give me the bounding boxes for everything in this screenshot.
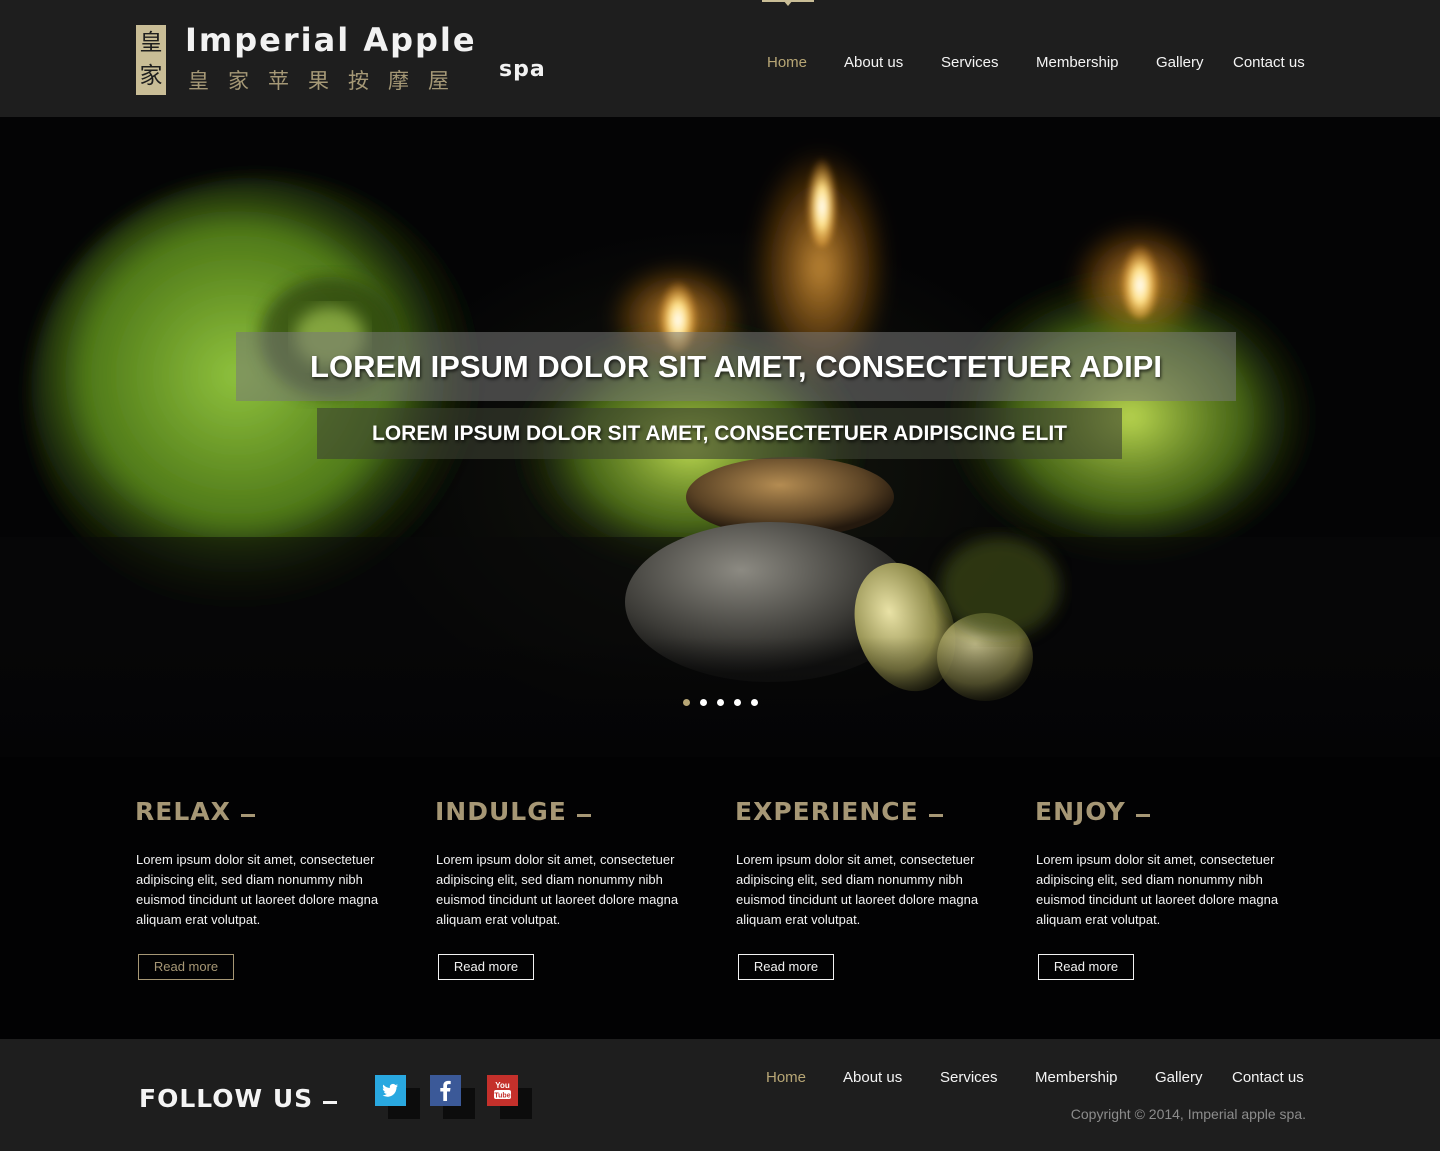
site-footer: FOLLOW US You Tube Home About us Services M… xyxy=(0,1039,1440,1151)
site-header: 皇 家 Imperial Apple 皇家苹果按摩屋 spa Home About… xyxy=(0,0,1440,117)
twitter-link[interactable] xyxy=(375,1075,421,1119)
feature-text: Lorem ipsum dolor sit amet, consectetuer… xyxy=(136,852,379,927)
seal-char-2: 家 xyxy=(139,63,163,89)
heading-dash xyxy=(323,1101,338,1104)
read-more-button[interactable]: Read more xyxy=(1038,954,1134,980)
svg-text:Tube: Tube xyxy=(494,1092,510,1099)
hero-heading: LOREM IPSUM DOLOR SIT AMET, CONSECTETUER… xyxy=(236,332,1236,401)
slider-dot-5[interactable] xyxy=(751,699,758,706)
logo-wordmark: Imperial Apple 皇家苹果按摩屋 spa xyxy=(185,21,565,97)
svg-text:You: You xyxy=(495,1081,510,1090)
logo-title: Imperial Apple xyxy=(185,21,477,59)
slider-dot-4[interactable] xyxy=(734,699,741,706)
feature-title: INDULGE xyxy=(435,797,591,826)
feature-title-text: INDULGE xyxy=(435,797,567,826)
read-more-button[interactable]: Read more xyxy=(138,954,234,980)
feature-text: Lorem ipsum dolor sit amet, consectetuer… xyxy=(436,852,679,927)
active-nav-indicator xyxy=(762,0,814,6)
features-section: RELAX Lorem ipsum dolor sit amet, consect… xyxy=(0,757,1440,1039)
nav-item-services[interactable]: Services xyxy=(941,54,999,71)
heading-dash xyxy=(928,814,943,817)
nav-item-about-us[interactable]: About us xyxy=(843,1069,902,1086)
nav-item-home[interactable]: Home xyxy=(766,1069,806,1086)
feature-title: ENJOY xyxy=(1035,797,1150,826)
nav-item-home[interactable]: Home xyxy=(767,54,807,71)
heading-dash xyxy=(240,814,255,817)
twitter-icon xyxy=(375,1075,406,1106)
nav-item-about-us[interactable]: About us xyxy=(844,54,903,71)
feature-text: Lorem ipsum dolor sit amet, consectetuer… xyxy=(1036,852,1279,927)
follow-us-label: FOLLOW US xyxy=(139,1084,314,1113)
read-more-button[interactable]: Read more xyxy=(738,954,834,980)
slider-dot-1[interactable] xyxy=(683,699,690,706)
youtube-link[interactable]: You Tube xyxy=(487,1075,533,1119)
nav-item-contact-us[interactable]: Contact us xyxy=(1232,1069,1304,1086)
heading-dash xyxy=(576,814,591,817)
slider-dot-2[interactable] xyxy=(700,699,707,706)
read-more-button[interactable]: Read more xyxy=(438,954,534,980)
nav-item-services[interactable]: Services xyxy=(940,1069,998,1086)
heading-dash xyxy=(1135,814,1150,817)
logo-spa-label: spa xyxy=(499,57,546,82)
seal-char-1: 皇 xyxy=(139,30,163,56)
nav-item-membership[interactable]: Membership xyxy=(1035,1069,1118,1086)
hero-subheading: LOREM IPSUM DOLOR SIT AMET, CONSECTETUER… xyxy=(317,408,1122,459)
feature-title-text: RELAX xyxy=(135,797,231,826)
feature-title: RELAX xyxy=(135,797,255,826)
follow-us-heading: FOLLOW US xyxy=(139,1084,338,1113)
slider-dot-3[interactable] xyxy=(717,699,724,706)
hero-slider: LOREM IPSUM DOLOR SIT AMET, CONSECTETUER… xyxy=(0,117,1440,757)
feature-title-text: EXPERIENCE xyxy=(735,797,919,826)
feature-title: EXPERIENCE xyxy=(735,797,943,826)
facebook-link[interactable] xyxy=(430,1075,476,1119)
nav-item-membership[interactable]: Membership xyxy=(1036,54,1119,71)
youtube-icon: You Tube xyxy=(487,1075,518,1106)
logo-chinese-subtitle: 皇家苹果按摩屋 xyxy=(188,69,468,93)
copyright-text: Copyright © 2014, Imperial apple spa. xyxy=(1070,1106,1306,1122)
facebook-icon xyxy=(430,1075,461,1106)
nav-item-contact-us[interactable]: Contact us xyxy=(1233,54,1305,71)
feature-title-text: ENJOY xyxy=(1035,797,1126,826)
logo-seal: 皇 家 xyxy=(136,25,166,95)
slider-pagination xyxy=(683,699,768,706)
nav-item-gallery[interactable]: Gallery xyxy=(1155,1069,1203,1086)
site-logo[interactable]: 皇 家 Imperial Apple 皇家苹果按摩屋 spa xyxy=(136,21,565,97)
feature-text: Lorem ipsum dolor sit amet, consectetuer… xyxy=(736,852,979,927)
nav-item-gallery[interactable]: Gallery xyxy=(1156,54,1204,71)
